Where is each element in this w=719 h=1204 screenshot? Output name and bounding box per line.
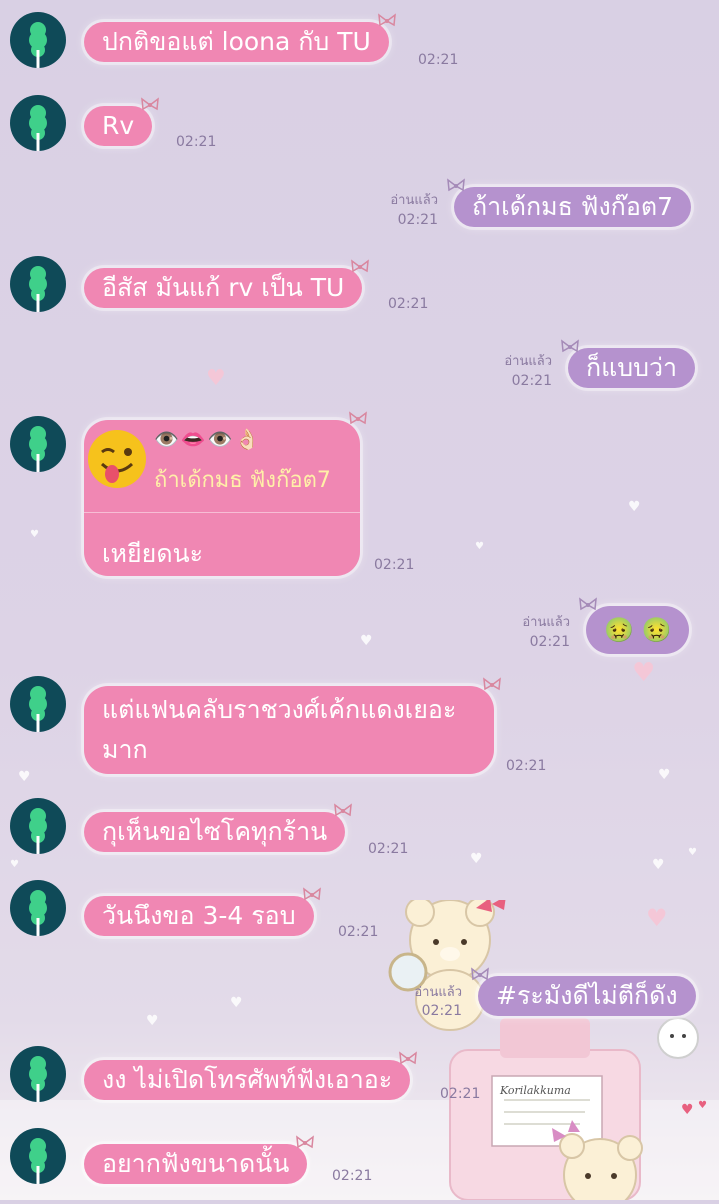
ribbon-bow-icon [377, 13, 396, 27]
read-receipt: อ่านแล้ว [414, 985, 462, 1000]
heart-decoration: ♥ [18, 769, 31, 785]
avatar[interactable] [10, 880, 66, 936]
message-bubble[interactable]: ปกติขอแต่ loona กับ TU [84, 13, 396, 62]
message-time: 02:21 [421, 1003, 462, 1019]
ribbon-bow-icon [561, 339, 579, 353]
message-bubble[interactable]: อีสัส มันแก้ rv เป็น TU [84, 259, 370, 308]
read-receipt: อ่านแล้ว [522, 615, 570, 630]
heart-decoration: ♥ [206, 366, 226, 391]
message-bubble[interactable]: 🤢 🤢 [579, 597, 690, 654]
message-text: ก็แบบว่า [586, 353, 678, 382]
ribbon-bow-icon [349, 411, 367, 425]
message-text: กุเห็นขอไซโคทุกร้าน [102, 817, 328, 846]
message-text: อยากฟังขนาดนั้น [102, 1149, 290, 1178]
heart-decoration: ♥ [146, 1013, 159, 1029]
heart-decoration: ♥ [632, 658, 656, 688]
avatar[interactable] [10, 416, 66, 472]
message-time: 02:21 [332, 1168, 373, 1184]
message-bubble[interactable]: อยากฟังขนาดนั้น [84, 1135, 315, 1184]
message-time: 02:21 [506, 758, 547, 774]
message-text: ปกติขอแต่ loona กับ TU [102, 27, 371, 56]
heart-decoration: ♥ [360, 633, 373, 649]
heart-decoration: ♥ [628, 499, 641, 515]
avatar[interactable] [10, 798, 66, 854]
ribbon-bow-icon [302, 887, 321, 901]
heart-decoration: ♥ [10, 859, 19, 870]
reply-emoji-icons: 👁️👄👁️👌🏻 [154, 427, 262, 451]
message-bubble[interactable]: กุเห็นขอไซโคทุกร้าน [84, 803, 353, 852]
message-text: #ระมังดีไม่ตีก็ดัง [496, 981, 678, 1010]
message-text: อีสัส มันแก้ rv เป็น TU [102, 273, 345, 302]
ribbon-bow-icon [141, 97, 160, 111]
message-time: 02:21 [511, 373, 552, 389]
heart-decoration: ♥ [688, 847, 697, 858]
message-time: 02:21 [440, 1086, 481, 1102]
ribbon-bow-icon [483, 677, 501, 691]
heart-decoration: ♥ [658, 767, 671, 783]
message-text: งง ไม่เปิดโทรศัพท์ฟังเอาอะ [102, 1065, 393, 1094]
ribbon-bow-icon [447, 178, 465, 192]
message-time: 02:21 [374, 557, 415, 573]
read-receipt: อ่านแล้ว [390, 193, 438, 208]
heart-decoration: ♥ [652, 857, 665, 873]
korilakkuma-sticker-illustration: ♥ ♥ Korilakkuma [380, 896, 719, 1204]
ribbon-bow-icon [351, 259, 370, 273]
svg-text:♥: ♥ [681, 1102, 694, 1118]
reply-divider [84, 512, 360, 513]
message-bubble[interactable]: ถ้าเด้กมธ ฟังก๊อต7 [447, 178, 691, 227]
ribbon-bow-icon [399, 1051, 418, 1065]
message-text: เหยียดนะ [102, 539, 204, 568]
message-bubble[interactable]: #ระมังดีไม่ตีก็ดัง [471, 967, 696, 1016]
message-time: 02:21 [176, 134, 217, 150]
ribbon-bow-icon [334, 803, 353, 817]
message-text-line: มาก [102, 735, 148, 764]
message-text: ถ้าเด้กมธ ฟังก๊อต7 [472, 192, 673, 221]
heart-decoration: ♥ [475, 541, 484, 552]
avatar[interactable] [10, 12, 66, 68]
message-time: 02:21 [418, 52, 459, 68]
message-bubble[interactable]: แต่แฟนคลับราชวงศ์เค้กแดงเยอะ มาก [84, 677, 501, 774]
avatar[interactable] [10, 95, 66, 151]
message-bubble[interactable]: วันนึงขอ 3-4 รอบ [84, 887, 321, 936]
svg-text:♥: ♥ [698, 1100, 707, 1111]
read-receipt: อ่านแล้ว [504, 354, 552, 369]
reply-quote[interactable]: 👁️👄👁️👌🏻 ถ้าเด้กมธ ฟังก๊อต7 [88, 422, 354, 512]
message-time: 02:21 [529, 634, 570, 650]
message-time: 02:21 [388, 296, 429, 312]
heart-decoration: ♥ [30, 529, 39, 540]
message-time: 02:21 [397, 212, 438, 228]
message-bubble[interactable]: งง ไม่เปิดโทรศัพท์ฟังเอาอะ [84, 1051, 418, 1100]
message-text-line: แต่แฟนคลับราชวงศ์เค้กแดงเยอะ [102, 695, 457, 724]
ribbon-bow-icon [296, 1135, 315, 1149]
avatar[interactable] [10, 1128, 66, 1184]
message-text: วันนึงขอ 3-4 รอบ [102, 901, 296, 930]
avatar[interactable] [10, 256, 66, 312]
heart-decoration: ♥ [230, 995, 243, 1011]
reply-message-bubble[interactable]: 👁️👄👁️👌🏻 ถ้าเด้กมธ ฟังก๊อต7 เหยียดนะ [84, 411, 367, 576]
sticker-label: Korilakkuma [500, 1084, 571, 1097]
message-text: Rv [102, 111, 135, 140]
reply-quoted-name: ถ้าเด้กมธ ฟังก๊อต7 [154, 468, 331, 493]
message-bubble[interactable]: Rv [84, 97, 160, 146]
winking-tongue-face-emoji-icon [88, 430, 146, 488]
avatar[interactable] [10, 676, 66, 732]
message-text: 🤢 🤢 [604, 616, 672, 644]
message-time: 02:21 [368, 841, 409, 857]
avatar[interactable] [10, 1046, 66, 1102]
message-time: 02:21 [338, 924, 379, 940]
ribbon-bow-icon [579, 597, 597, 611]
message-bubble[interactable]: ก็แบบว่า [561, 339, 696, 388]
ribbon-bow-icon [471, 967, 489, 981]
heart-decoration: ♥ [470, 851, 483, 867]
